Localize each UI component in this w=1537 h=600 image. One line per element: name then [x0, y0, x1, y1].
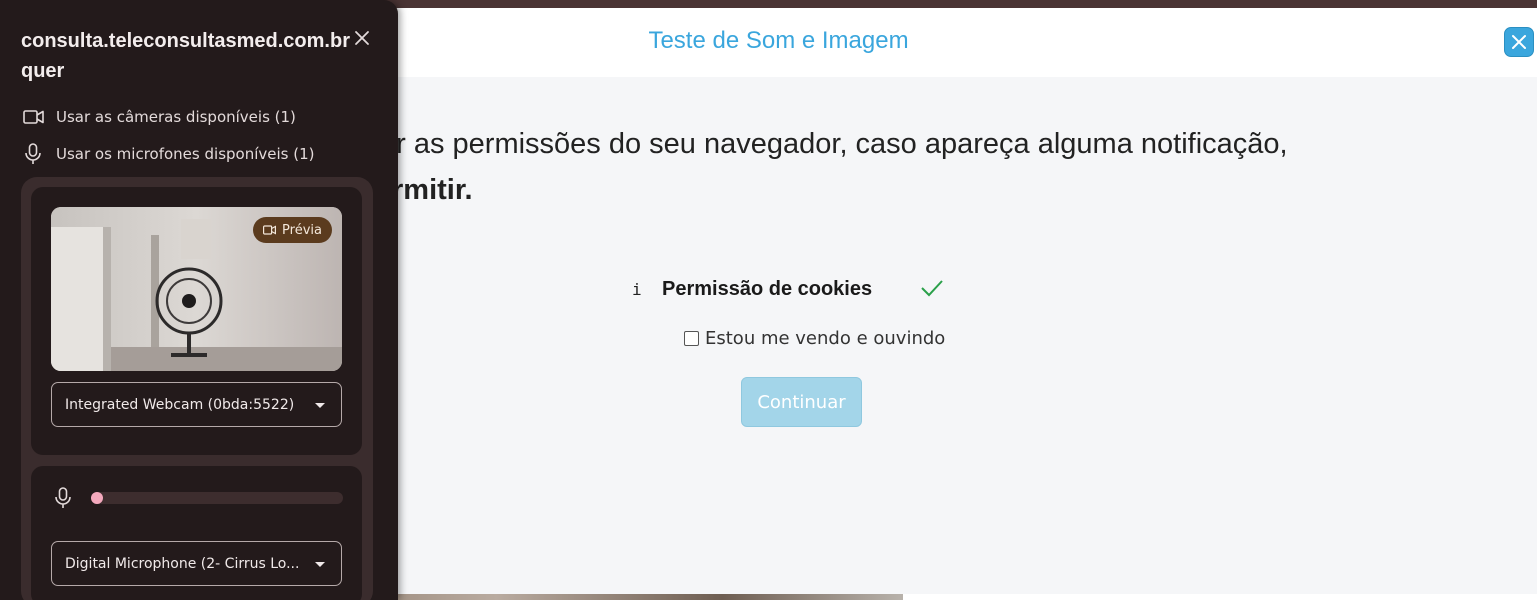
- microphone-permission-row: Usar os microfones disponíveis (1): [23, 143, 314, 165]
- preview-badge-label: Prévia: [282, 222, 322, 238]
- close-icon[interactable]: [352, 28, 372, 48]
- preview-badge: Prévia: [253, 217, 332, 243]
- microphone-device-select[interactable]: Digital Microphone (2- Cirrus Lo...: [51, 541, 342, 586]
- checkmark-icon: [921, 280, 943, 297]
- camera-permission-label: Usar as câmeras disponíveis (1): [56, 108, 296, 126]
- microphone-card: Digital Microphone (2- Cirrus Lo...: [31, 466, 362, 600]
- microphone-permission-label: Usar os microfones disponíveis (1): [56, 145, 315, 163]
- camera-card: Prévia Integrated Webcam (0bda:5522): [31, 187, 362, 455]
- cookie-permission-row: i Permissão de cookies: [632, 274, 943, 304]
- info-icon: i: [632, 279, 642, 299]
- mic-level-track: [91, 492, 343, 504]
- dropdown-caret-icon: [315, 562, 325, 567]
- confirm-see-hear[interactable]: Estou me vendo e ouvindo: [684, 328, 945, 349]
- microphone-icon: [55, 487, 71, 508]
- instruction-line-1: ar as permissões do seu navegador, caso …: [380, 128, 1288, 160]
- see-hear-label[interactable]: Estou me vendo e ouvindo: [705, 328, 945, 349]
- camera-device-value: Integrated Webcam (0bda:5522): [65, 396, 295, 413]
- camera-preview: Prévia: [51, 207, 342, 371]
- microphone-device-value: Digital Microphone (2- Cirrus Lo...: [65, 555, 300, 572]
- video-camera-icon: [23, 110, 44, 124]
- background-strip-bottom-right: [903, 594, 1537, 600]
- popup-title: consulta.teleconsultasmed.com.br quer: [21, 30, 350, 82]
- camera-permission-row: Usar as câmeras disponíveis (1): [23, 108, 296, 126]
- continue-button[interactable]: Continuar: [741, 377, 862, 427]
- camera-device-select[interactable]: Integrated Webcam (0bda:5522): [51, 382, 342, 427]
- see-hear-checkbox[interactable]: [684, 331, 699, 346]
- mic-level-meter: [53, 486, 344, 510]
- dropdown-caret-icon: [315, 403, 325, 408]
- mic-level-indicator: [91, 492, 103, 504]
- modal-close-button[interactable]: [1504, 27, 1534, 57]
- video-camera-icon: [263, 225, 277, 235]
- instruction-line-2: rmitir.: [392, 174, 473, 206]
- close-icon: [1512, 35, 1526, 49]
- microphone-icon: [25, 143, 41, 164]
- device-panel: Prévia Integrated Webcam (0bda:5522) Dig…: [21, 177, 373, 600]
- cookie-permission-label: Permissão de cookies: [662, 277, 873, 300]
- browser-permission-popup: consulta.teleconsultasmed.com.br quer Us…: [0, 0, 398, 600]
